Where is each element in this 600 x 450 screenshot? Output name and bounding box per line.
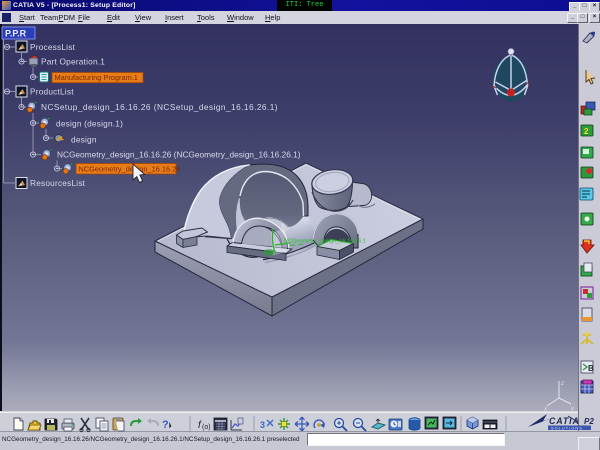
svg-text:NCGeometry_design_16.16.26.1: NCGeometry_design_16.16.26.1: [284, 239, 366, 245]
svg-text:(o): (o): [202, 424, 211, 431]
svg-text:y: y: [570, 406, 575, 412]
svg-text:design (design.1): design (design.1): [56, 119, 123, 129]
svg-text:P.P.R: P.P.R: [5, 29, 27, 39]
svg-text:?: ?: [162, 419, 169, 431]
svg-text:design: design: [71, 135, 97, 145]
svg-text:3: 3: [260, 420, 265, 430]
svg-text:B: B: [588, 364, 594, 373]
svg-text:ProcessList: ProcessList: [30, 42, 76, 52]
svg-text:NCGeometry_design_16.16.26: NCGeometry_design_16.16.26: [79, 165, 181, 174]
svg-text:NCGeometry_design_16.16.26 (NC: NCGeometry_design_16.16.26 (NCGeometry_d…: [57, 150, 301, 160]
svg-text:ResourcesList: ResourcesList: [30, 178, 86, 188]
svg-text:Part Operation.1: Part Operation.1: [41, 57, 105, 67]
svg-text:NCSetup_design_16.16.26 (NCSet: NCSetup_design_16.16.26 (NCSetup_design_…: [41, 102, 278, 112]
svg-text:2: 2: [584, 127, 589, 136]
svg-text:CATIA: CATIA: [549, 416, 580, 426]
svg-text:SOLUTIONS: SOLUTIONS: [551, 426, 583, 430]
svg-text:P2: P2: [584, 417, 594, 426]
svg-text:z: z: [560, 381, 564, 387]
svg-text:ProductList: ProductList: [30, 87, 74, 97]
svg-text:Manufacturing Program.1: Manufacturing Program.1: [55, 73, 138, 82]
svg-text:x: x: [543, 407, 548, 413]
